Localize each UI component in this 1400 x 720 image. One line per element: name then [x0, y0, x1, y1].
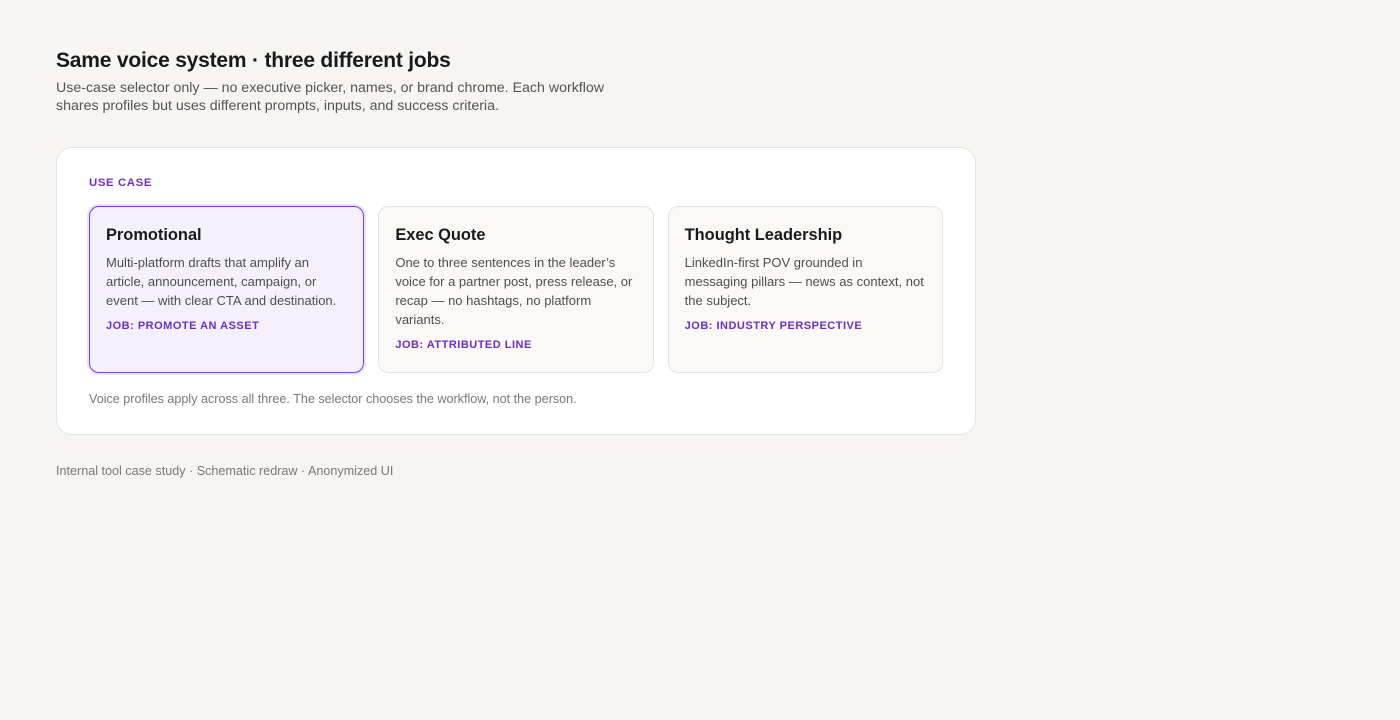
option-description: LinkedIn-first POV grounded in messaging… [684, 255, 924, 308]
use-case-option-promotional[interactable]: Promotional Multi-platform drafts that a… [89, 206, 365, 373]
page-title: Same voice system · three different jobs [56, 49, 451, 72]
page-content: Same voice system · three different jobs… [56, 47, 976, 479]
option-job-tag: JOB: ATTRIBUTED LINE [395, 339, 532, 351]
use-case-option-exec-quote[interactable]: Exec Quote One to three sentences in the… [378, 206, 654, 373]
option-title: Exec Quote [395, 226, 486, 244]
use-case-card: USE CASE Promotional Multi-platform draf… [56, 147, 976, 435]
option-job-tag: JOB: INDUSTRY PERSPECTIVE [684, 320, 863, 332]
option-description: Multi-platform drafts that amplify an ar… [106, 255, 337, 308]
use-case-options: Promotional Multi-platform drafts that a… [89, 206, 943, 373]
option-title: Thought Leadership [684, 226, 843, 244]
page-subtitle: Use-case selector only — no executive pi… [56, 80, 605, 114]
option-description: One to three sentences in the leader’s v… [395, 255, 633, 327]
use-case-option-thought-leadership[interactable]: Thought Leadership LinkedIn-first POV gr… [667, 206, 943, 373]
selector-note: Voice profiles apply across all three. T… [89, 392, 577, 406]
option-title: Promotional [106, 226, 202, 244]
footer-note: Internal tool case study · Schematic red… [56, 464, 394, 478]
use-case-label: USE CASE [89, 177, 153, 189]
option-job-tag: JOB: PROMOTE AN ASSET [106, 320, 260, 332]
